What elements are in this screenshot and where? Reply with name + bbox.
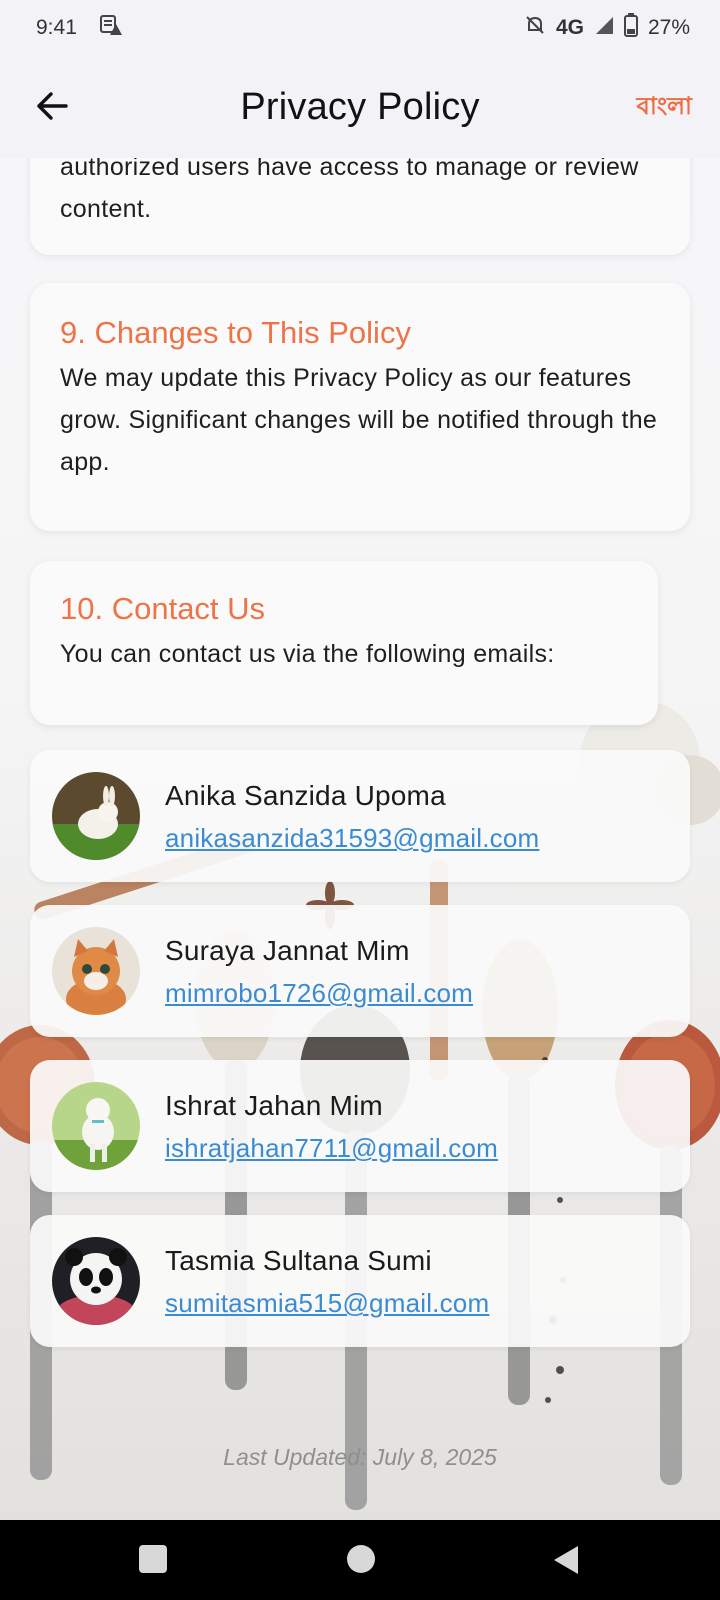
contact-email-link[interactable]: anikasanzida31593@gmail.com bbox=[165, 823, 539, 854]
signal-icon bbox=[594, 15, 614, 41]
contact-email-link[interactable]: sumitasmia515@gmail.com bbox=[165, 1288, 489, 1319]
triangle-back-icon bbox=[554, 1546, 578, 1574]
contact-card: Ishrat Jahan Mim ishratjahan7711@gmail.c… bbox=[30, 1060, 690, 1192]
network-label: 4G bbox=[555, 16, 584, 39]
language-toggle-button[interactable]: বাংলা bbox=[637, 88, 693, 128]
section-body: authorized users have access to manage o… bbox=[60, 158, 639, 223]
recents-button[interactable] bbox=[138, 1544, 168, 1579]
section-heading: 9. Changes to This Policy bbox=[60, 315, 411, 350]
contact-card: Tasmia Sultana Sumi sumitasmia515@gmail.… bbox=[30, 1215, 690, 1347]
system-navigation-bar bbox=[0, 1520, 720, 1600]
contact-name: Ishrat Jahan Mim bbox=[165, 1090, 383, 1121]
home-button[interactable] bbox=[346, 1544, 376, 1579]
contact-name: Suraya Jannat Mim bbox=[165, 935, 410, 966]
contact-card: Suraya Jannat Mim mimrobo1726@gmail.com bbox=[30, 905, 690, 1037]
panda-avatar bbox=[52, 1237, 140, 1325]
last-updated-text: Last Updated: July 8, 2025 bbox=[223, 1444, 497, 1470]
contact-email-link[interactable]: ishratjahan7711@gmail.com bbox=[165, 1133, 498, 1164]
circle-icon bbox=[347, 1545, 375, 1573]
mute-icon bbox=[524, 14, 546, 42]
square-icon bbox=[139, 1545, 167, 1573]
battery-icon bbox=[623, 13, 638, 43]
section-body: You can contact us via the following ema… bbox=[60, 640, 555, 668]
contact-name: Tasmia Sultana Sumi bbox=[165, 1245, 432, 1276]
back-nav-button[interactable] bbox=[552, 1544, 580, 1581]
section-heading: 10. Contact Us bbox=[60, 591, 266, 626]
page-title: Privacy Policy bbox=[240, 85, 480, 128]
contact-email-link[interactable]: mimrobo1726@gmail.com bbox=[165, 978, 473, 1009]
section-card-security: authorized users have access to manage o… bbox=[30, 158, 690, 255]
contact-name: Anika Sanzida Upoma bbox=[165, 780, 446, 811]
app-bar: Privacy Policy বাংলা bbox=[0, 56, 720, 158]
lamb-avatar bbox=[52, 1082, 140, 1170]
kitten-avatar bbox=[52, 927, 140, 1015]
section-card-contact: 10. Contact Us You can contact us via th… bbox=[30, 561, 658, 725]
storage-warning-icon bbox=[99, 14, 123, 42]
section-card-changes: 9. Changes to This Policy We may update … bbox=[30, 283, 690, 531]
arrow-left-icon bbox=[37, 92, 68, 120]
back-button[interactable] bbox=[30, 84, 74, 128]
policy-content[interactable]: authorized users have access to manage o… bbox=[0, 158, 720, 1520]
battery-percent: 27% bbox=[647, 16, 690, 39]
status-bar: 9:41 4G 27% bbox=[0, 0, 720, 56]
rabbit-avatar bbox=[52, 772, 140, 860]
contact-card: Anika Sanzida Upoma anikasanzida31593@gm… bbox=[30, 750, 690, 882]
section-body: We may update this Privacy Policy as our… bbox=[60, 364, 658, 476]
status-time: 9:41 bbox=[36, 16, 77, 39]
